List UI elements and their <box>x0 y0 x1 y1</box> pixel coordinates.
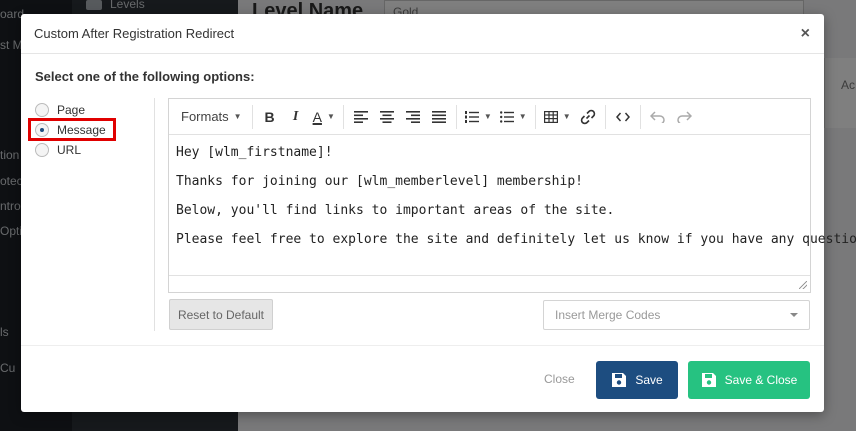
bullet-list-button[interactable]: ▼ <box>496 104 531 130</box>
save-close-label: Save & Close <box>724 373 798 387</box>
align-left-button[interactable] <box>348 104 374 130</box>
toolbar-separator <box>639 104 641 129</box>
editor-line: Below, you'll find links to important ar… <box>176 203 615 218</box>
divider <box>154 98 155 331</box>
source-code-button[interactable] <box>610 104 636 130</box>
italic-button[interactable]: I <box>283 104 309 130</box>
undo-button[interactable] <box>645 104 671 130</box>
align-center-button[interactable] <box>374 104 400 130</box>
toolbar-separator <box>534 104 536 129</box>
save-and-close-button[interactable]: Save & Close <box>688 361 810 399</box>
toolbar-separator <box>455 104 457 129</box>
reset-to-default-button[interactable]: Reset to Default <box>169 299 273 330</box>
selection-highlight <box>28 118 116 141</box>
align-right-button[interactable] <box>400 104 426 130</box>
code-icon <box>615 112 630 121</box>
table-button[interactable]: ▼ <box>540 104 575 130</box>
link-icon <box>580 109 595 124</box>
toolbar-separator <box>251 104 253 129</box>
caret-down-icon: ▼ <box>233 112 242 121</box>
option-url[interactable]: URL <box>35 140 155 160</box>
editor-toolbar: Formats ▼ B I A ▼ ▼ ▼ ▼ <box>169 99 810 135</box>
numbered-list-icon <box>464 110 479 123</box>
option-label: URL <box>57 143 82 157</box>
numbered-list-button[interactable]: ▼ <box>461 104 496 130</box>
text-color-button[interactable]: A ▼ <box>309 104 339 130</box>
toolbar-separator <box>342 104 344 129</box>
caret-down-icon: ▼ <box>518 112 527 121</box>
editor-statusbar <box>169 275 810 292</box>
editor-line: Please feel free to explore the site and… <box>176 232 856 247</box>
chevron-down-icon <box>790 313 798 317</box>
save-label: Save <box>635 373 663 387</box>
options-instruction: Select one of the following options: <box>35 69 255 84</box>
link-button[interactable] <box>575 104 601 130</box>
caret-down-icon: ▼ <box>326 112 335 121</box>
footer-divider <box>21 345 824 346</box>
editor-content[interactable]: Hey [wlm_firstname]! Thanks for joining … <box>169 135 856 269</box>
justify-button[interactable] <box>426 104 452 130</box>
close-button[interactable]: Close <box>544 372 575 386</box>
justify-icon <box>431 110 446 123</box>
modal-header: Custom After Registration Redirect <box>21 14 824 54</box>
resize-handle-icon[interactable] <box>799 281 807 289</box>
redo-icon <box>676 110 692 123</box>
merge-codes-placeholder: Insert Merge Codes <box>555 308 661 322</box>
save-button[interactable]: Save <box>596 361 678 399</box>
caret-down-icon: ▼ <box>562 112 571 121</box>
align-right-icon <box>405 110 420 123</box>
align-left-icon <box>353 110 368 123</box>
redirect-modal: Custom After Registration Redirect × Sel… <box>21 14 856 412</box>
floppy-disk-icon <box>701 373 716 387</box>
undo-icon <box>649 110 665 123</box>
insert-merge-codes-select[interactable]: Insert Merge Codes <box>543 300 810 330</box>
align-center-icon <box>379 110 394 123</box>
formats-dropdown[interactable]: Formats ▼ <box>175 104 248 130</box>
url-radio[interactable] <box>35 143 49 157</box>
page-radio[interactable] <box>35 103 49 117</box>
redo-button[interactable] <box>671 104 697 130</box>
editor-line: Hey [wlm_firstname]! <box>176 145 333 160</box>
close-icon[interactable]: × <box>801 26 810 42</box>
text-color-icon: A <box>312 108 322 125</box>
toolbar-separator <box>604 104 606 129</box>
message-editor: Formats ▼ B I A ▼ ▼ ▼ ▼ Hey [wlm_firstna… <box>168 98 856 293</box>
formats-label: Formats <box>181 109 229 124</box>
bold-button[interactable]: B <box>257 104 283 130</box>
modal-title: Custom After Registration Redirect <box>34 26 235 41</box>
option-page[interactable]: Page <box>35 100 155 120</box>
bullet-list-icon <box>499 110 514 123</box>
caret-down-icon: ▼ <box>483 112 492 121</box>
option-label: Page <box>57 103 86 117</box>
editor-line: Thanks for joining our [wlm_memberlevel]… <box>176 174 583 189</box>
floppy-disk-icon <box>612 373 627 387</box>
table-icon <box>543 110 558 123</box>
